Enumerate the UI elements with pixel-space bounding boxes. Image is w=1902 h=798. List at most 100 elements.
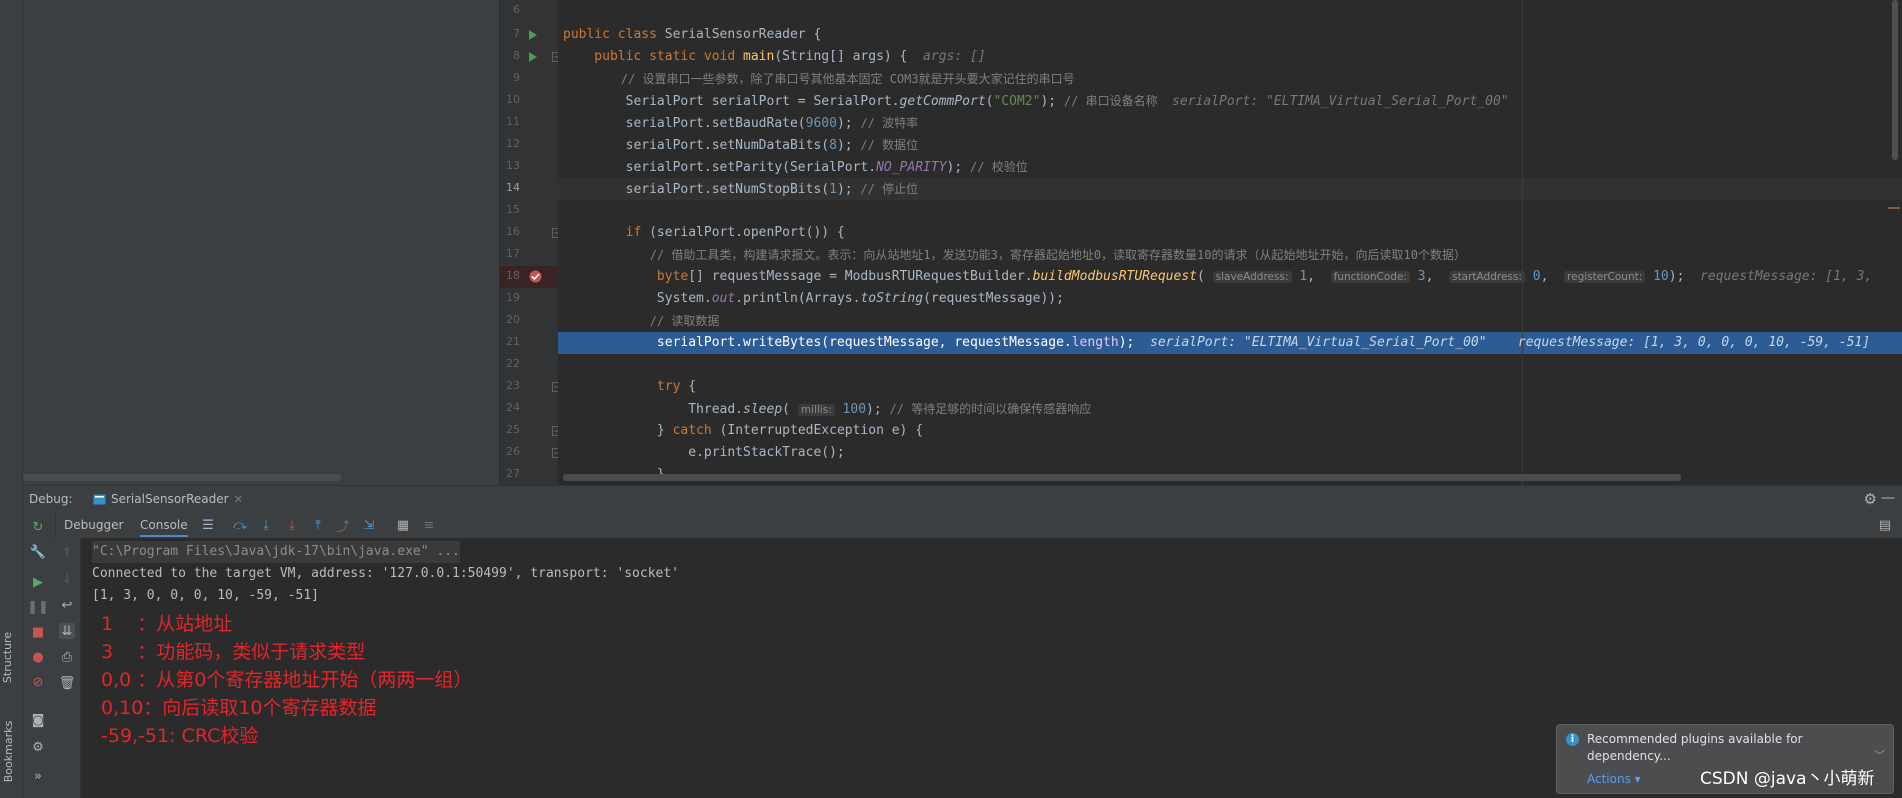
code-line: // 借助工具类，构建请求报文。表示：向从站地址1，发送功能3，寄存器起始地址0… — [563, 248, 1466, 262]
code-line: try { — [563, 379, 697, 394]
code-editor[interactable]: public class SerialSensorReader { public… — [558, 0, 1902, 485]
settings-icon[interactable]: ⚙ — [30, 739, 46, 755]
resume-icon[interactable]: ▶ — [30, 574, 46, 590]
line-number: 25 — [506, 423, 520, 436]
inline-debug-value: args: [] — [923, 49, 986, 64]
scroll-to-end-icon[interactable]: ⇊ — [59, 623, 75, 639]
debug-toolbar: Debugger Console ☰ ⤼ ⤓ ⤓ ⤒ ⤴ ⇲ ▦ ≡ ▤ — [55, 512, 1902, 539]
debug-side-toolbar: ↻ 🔧 ▶ ❚❚ ■ ● ⊘ ◙ ⚙ » — [23, 512, 56, 798]
line-number: 10 — [506, 93, 520, 106]
param-hint: millis: — [797, 404, 835, 416]
run-main-icon[interactable] — [528, 51, 538, 63]
console-line: [1, 3, 0, 0, 0, 10, -59, -51] — [92, 588, 319, 603]
view-breakpoints-icon[interactable]: ● — [30, 649, 46, 665]
notification-text: Recommended plugins available for depend… — [1587, 732, 1803, 763]
code-line: serialPort.setBaudRate(9600); // 波特率 — [563, 116, 919, 131]
menu-icon[interactable]: ☰ — [200, 517, 216, 533]
line-number: 19 — [506, 291, 520, 304]
annotation-text: 3 ：功能码，类似于请求类型 — [101, 641, 366, 663]
code-line: SerialPort serialPort = SerialPort.getCo… — [563, 94, 1509, 109]
step-into-icon[interactable]: ⤓ — [258, 517, 274, 533]
layout-icon[interactable]: ▤ — [1877, 517, 1893, 533]
pause-icon[interactable]: ❚❚ — [27, 599, 49, 615]
code-line: byte[] requestMessage = ModbusRTURequest… — [563, 269, 1873, 284]
line-number: 13 — [506, 159, 520, 172]
debug-tool-window-header: Debug: SerialSensorReader ✕ ⚙ — — [23, 485, 1902, 514]
stop-icon[interactable]: ■ — [30, 624, 46, 640]
notification-actions-link[interactable]: Actions ▾ — [1587, 772, 1641, 786]
mute-breakpoints-icon[interactable]: ⊘ — [30, 674, 46, 690]
line-number: 6 — [513, 3, 520, 16]
bookmarks-tab[interactable]: Bookmarks — [2, 715, 20, 795]
annotation-text: 0,10：向后读取10个寄存器数据 — [101, 697, 377, 719]
minimize-icon[interactable]: — — [1881, 490, 1895, 506]
soft-wrap-icon[interactable]: ↩ — [59, 597, 75, 613]
console-side-toolbar: ↑ ↓ ↩ ⇊ ⎙ 🗑 — [55, 538, 81, 798]
annotation-text: 0,0 ：从第0个寄存器地址开始（两两一组） — [101, 669, 473, 691]
more-icon[interactable]: » — [30, 768, 46, 784]
drop-frame-icon[interactable]: ⤴ — [335, 517, 351, 535]
line-number: 24 — [506, 401, 520, 414]
left-tool-strip: Structure Bookmarks — [0, 0, 23, 798]
line-number: 22 — [506, 357, 520, 370]
code-line: serialPort.setNumStopBits(1); // 停止位 — [563, 182, 919, 197]
up-icon[interactable]: ↑ — [59, 545, 75, 561]
line-number: 18 — [506, 269, 520, 282]
inline-debug-value: requestMessage: [1, 3, 0, 0, 0, 10, -59,… — [1517, 335, 1871, 350]
editor-horizontal-scrollbar[interactable] — [563, 474, 1681, 481]
force-step-into-icon[interactable]: ⤓ — [284, 517, 300, 533]
code-line: // 读取数据 — [563, 314, 720, 328]
structure-label: Structure — [1, 631, 15, 684]
step-out-icon[interactable]: ⤒ — [310, 517, 326, 533]
tab-debugger[interactable]: Debugger — [64, 518, 123, 532]
evaluate-expression-icon[interactable]: ▦ — [395, 517, 411, 533]
param-hint: startAddress: — [1449, 271, 1525, 283]
close-icon[interactable]: ✕ — [234, 493, 243, 506]
trash-icon[interactable]: 🗑 — [59, 675, 76, 691]
print-icon[interactable]: ⎙ — [59, 649, 75, 665]
trace-icon[interactable]: ≡ — [421, 517, 437, 533]
breakpoint-icon[interactable] — [529, 270, 542, 283]
line-number: 27 — [506, 467, 520, 480]
line-number: 17 — [506, 247, 520, 260]
code-line: public static void main(String[] args) {… — [563, 49, 986, 64]
console-line: "C:\Program Files\Java\jdk-17\bin\java.e… — [92, 541, 460, 563]
bookmarks-label: Bookmarks — [2, 720, 16, 783]
annotation-text: -59,-51: CRC校验 — [101, 725, 259, 747]
info-icon: i — [1566, 733, 1579, 746]
line-number: 16 — [506, 225, 520, 238]
line-number: 15 — [506, 203, 520, 216]
line-number: 14 — [506, 181, 520, 194]
line-number: 9 — [513, 71, 520, 84]
line-number: 8 — [513, 49, 520, 62]
line-number: 20 — [506, 313, 520, 326]
run-class-icon[interactable] — [528, 29, 538, 41]
wrench-icon[interactable]: 🔧 — [30, 544, 46, 560]
code-line: public class SerialSensorReader { — [563, 27, 822, 42]
line-number: 26 — [506, 445, 520, 458]
code-line: if (serialPort.openPort()) { — [563, 225, 845, 240]
down-icon[interactable]: ↓ — [59, 571, 75, 587]
tab-console[interactable]: Console — [140, 518, 188, 537]
code-line: // 设置串口一些参数，除了串口号其他基本固定 COM3就是开头要大家记住的串口… — [563, 72, 1075, 86]
editor-vertical-scrollbar[interactable] — [1892, 0, 1898, 160]
param-hint: registerCount: — [1564, 271, 1646, 283]
rerun-icon[interactable]: ↻ — [30, 519, 46, 535]
watermark: CSDN @java丶小萌新 — [1700, 769, 1875, 789]
param-hint: slaveAddress: — [1212, 271, 1292, 283]
project-horizontal-scrollbar[interactable] — [23, 474, 341, 481]
line-number: 12 — [506, 137, 520, 150]
inline-debug-value: serialPort: "ELTIMA_Virtual_Serial_Port_… — [1172, 94, 1509, 109]
step-over-icon[interactable]: ⤼ — [232, 517, 248, 533]
camera-icon[interactable]: ◙ — [30, 712, 46, 728]
chevron-down-icon[interactable]: ﹀ — [1874, 747, 1885, 763]
debug-session-tab[interactable]: SerialSensorReader ✕ — [85, 486, 251, 514]
run-to-cursor-icon[interactable]: ⇲ — [361, 517, 377, 533]
line-number: 7 — [513, 27, 520, 40]
line-number: 23 — [506, 379, 520, 392]
structure-tab[interactable]: Structure — [1, 625, 20, 695]
gear-icon[interactable]: ⚙ — [1864, 490, 1877, 508]
inline-debug-value: requestMessage: [1, 3, — [1700, 269, 1873, 284]
line-number: 21 — [506, 335, 520, 348]
code-line: System.out.println(Arrays.toString(reque… — [563, 291, 1064, 306]
